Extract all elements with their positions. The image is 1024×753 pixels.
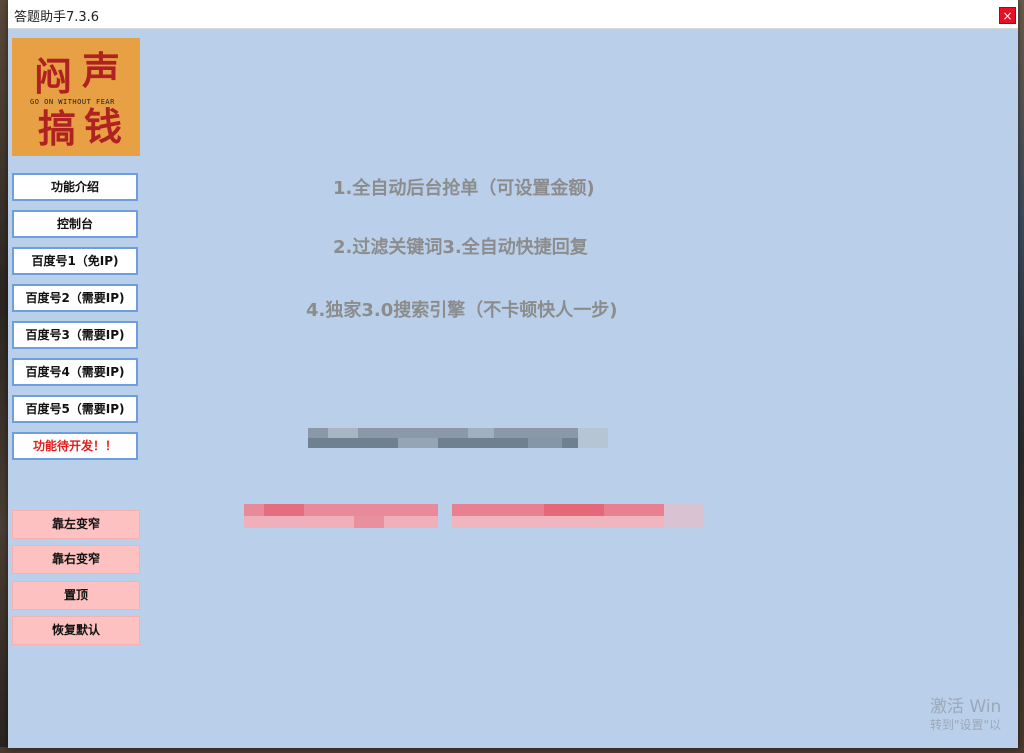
feature-line-3: 4.独家3.0搜索引擎（不卡顿快人一步)	[306, 300, 618, 321]
desktop-activation-watermark: 激活 Win	[930, 697, 1002, 717]
app-window: 答题助手7.3.6 × 闷 声 搞 钱 GO ON WITHOUT FEAR 功…	[8, 0, 1018, 748]
dock-left-button[interactable]: 靠左变窄	[12, 510, 140, 539]
title-bar[interactable]: 答题助手7.3.6 ×	[8, 0, 1018, 29]
nav-coming-soon[interactable]: 功能待开发！！	[12, 432, 138, 460]
window-title: 答题助手7.3.6	[14, 10, 100, 25]
redacted-text-gray	[308, 428, 608, 448]
feature-line-1: 1.全自动后台抢单（可设置金额)	[333, 178, 595, 199]
nav-console[interactable]: 控制台	[12, 210, 138, 238]
logo-char: 钱	[84, 104, 123, 149]
feature-line-2: 2.过滤关键词3.全自动快捷回复	[333, 237, 588, 258]
logo-char: 声	[82, 48, 121, 93]
dock-right-button[interactable]: 靠右变窄	[12, 545, 140, 574]
nav-baidu-account-3[interactable]: 百度号3（需要IP)	[12, 321, 138, 349]
redacted-text-red	[244, 504, 704, 528]
nav-baidu-account-4[interactable]: 百度号4（需要IP)	[12, 358, 138, 386]
close-button[interactable]: ×	[999, 7, 1016, 24]
restore-default-button[interactable]: 恢复默认	[12, 616, 140, 645]
logo-subtitle: GO ON WITHOUT FEAR	[30, 98, 115, 106]
pin-on-top-button[interactable]: 置顶	[12, 581, 140, 610]
logo-char: 闷	[34, 54, 73, 99]
nav-baidu-account-2[interactable]: 百度号2（需要IP)	[12, 284, 138, 312]
logo-char: 搞	[38, 106, 77, 151]
logo: 闷 声 搞 钱 GO ON WITHOUT FEAR	[12, 38, 140, 156]
nav-feature-intro[interactable]: 功能介绍	[12, 173, 138, 201]
desktop-activation-hint: 转到"设置"以	[930, 718, 1002, 732]
nav-baidu-account-1[interactable]: 百度号1（免IP)	[12, 247, 138, 275]
nav-baidu-account-5[interactable]: 百度号5（需要IP)	[12, 395, 138, 423]
